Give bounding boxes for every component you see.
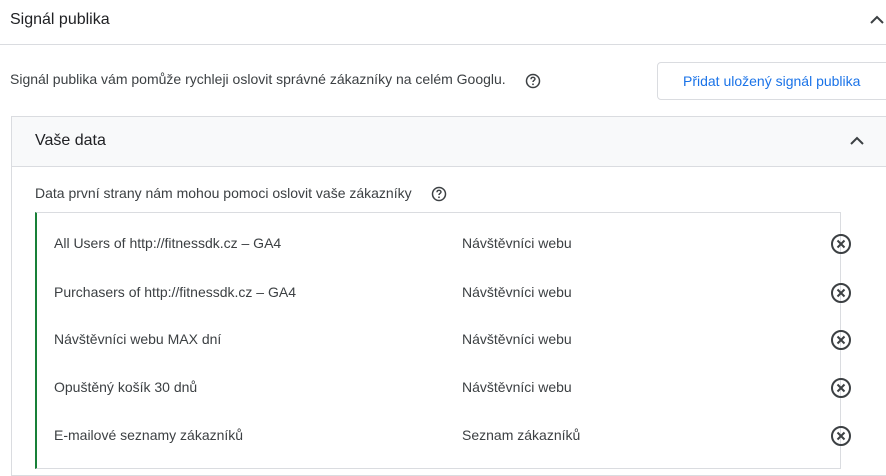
chevron-up-icon[interactable] [868,11,886,29]
list-item: Purchasers of http://fitnessdk.cz – GA4 … [37,269,851,317]
section-title: Signál publika [10,11,110,28]
chevron-up-icon[interactable] [848,132,866,150]
signal-header[interactable]: Signál publika [0,0,886,45]
your-data-panel: Vaše data Data první strany nám mohou po… [11,116,886,476]
help-icon[interactable] [525,73,541,89]
your-data-title: Vaše data [35,132,106,149]
remove-icon[interactable] [830,329,852,351]
add-saved-signal-button[interactable]: Přidat uložený signál publika [657,62,886,100]
list-item: E-mailové seznamy zákazníků Seznam zákaz… [37,412,851,460]
item-type: Seznam zákazníků [462,427,581,443]
list-item: All Users of http://fitnessdk.cz – GA4 N… [37,220,851,268]
audience-list: All Users of http://fitnessdk.cz – GA4 N… [35,212,851,469]
item-type: Návštěvníci webu [462,331,572,347]
item-name: Purchasers of http://fitnessdk.cz – GA4 [54,284,296,300]
remove-icon[interactable] [830,377,852,399]
item-name: Opuštěný košík 30 dnů [54,379,198,395]
item-type: Návštěvníci webu [462,284,572,300]
remove-icon[interactable] [830,425,852,447]
list-item: Návštěvníci webu MAX dní Návštěvníci web… [37,316,851,364]
help-icon[interactable] [431,186,447,202]
item-name: Návštěvníci webu MAX dní [54,331,222,347]
description-text: Signál publika vám pomůže rychleji oslov… [10,71,506,87]
list-item: Opuštěný košík 30 dnů Návštěvníci webu [37,364,851,412]
remove-icon[interactable] [830,282,852,304]
your-data-subtitle: Data první strany nám mohou pomoci oslov… [35,185,412,201]
item-name: E-mailové seznamy zákazníků [54,427,244,443]
item-type: Návštěvníci webu [462,235,572,251]
section-description: Signál publika vám pomůže rychleji oslov… [10,71,506,87]
item-type: Návštěvníci webu [462,379,572,395]
item-name: All Users of http://fitnessdk.cz – GA4 [54,235,282,251]
your-data-header[interactable]: Vaše data [12,117,886,167]
remove-icon[interactable] [830,233,852,255]
